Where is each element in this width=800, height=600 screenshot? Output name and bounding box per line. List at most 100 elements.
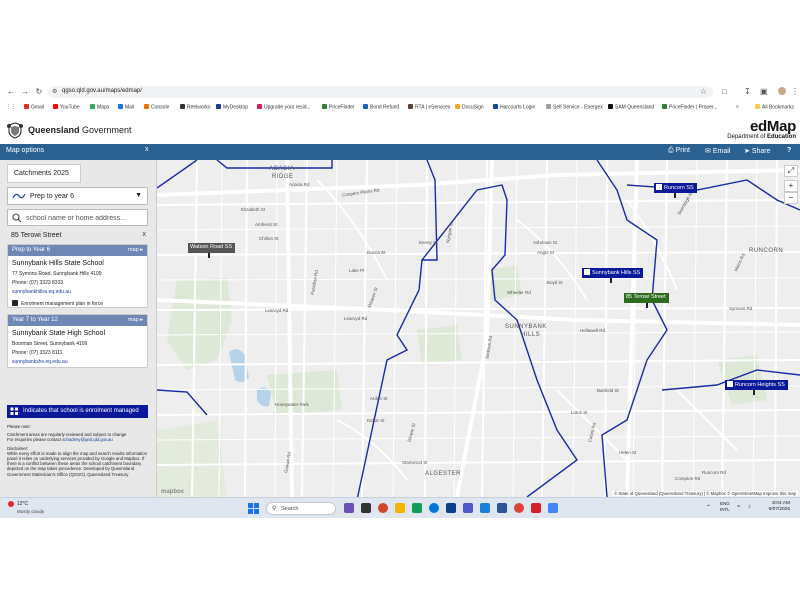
school-level-select[interactable]: Prep to year 6 ▼ [7,187,148,205]
bookmark-overflow-icon[interactable]: » [736,104,739,110]
street-label: Stanwood St [402,460,428,465]
map-pin-watson-road[interactable]: Watson Road SS [188,243,235,253]
card-map-link[interactable]: map ▸ [128,247,143,253]
bookmark-rta[interactable]: RTA | eServices [408,104,450,111]
bookmark-docusign[interactable]: DocuSign [455,104,484,111]
bookmark-pricefinder[interactable]: PriceFinder [322,104,355,111]
map-pin-runcorn-ss[interactable]: Runcorn SS [654,183,697,193]
secondary-school-card: Year 7 to Year 12 map ▸ Sunnybank State … [7,314,148,368]
contact-email-link[interactable]: schadeny@qed.qld.gov.au [62,437,113,442]
school-email-link[interactable]: sunnybankhillss.eq.edu.au [12,289,71,295]
school-email-link[interactable]: sunnybankshs.eq.edu.au [12,359,68,365]
outlook-icon[interactable] [446,503,456,513]
map-pin-runcorn-heights-ss[interactable]: Runcorn Heights SS [725,380,788,390]
school-name: Sunnybank Hills State School [12,260,104,267]
weather-temp: 12°C [17,501,29,507]
bookmark-youtube[interactable]: YouTube [53,104,80,111]
download-icon[interactable]: ↧ [744,87,751,96]
app-icon[interactable] [412,503,422,513]
bookmark-bond-refund[interactable]: Bond Refund [363,104,399,111]
search-input[interactable] [26,212,144,224]
bookmark-maps[interactable]: Maps [90,104,109,111]
back-icon[interactable]: ← [6,87,16,97]
mapbox-logo[interactable]: mapbox [161,489,184,495]
suburb-label: ACACIA [269,166,295,172]
bookmark-upgrade[interactable]: Upgrade your resid... [257,104,311,111]
extensions-icon[interactable]: □ [722,87,727,96]
tab-icon[interactable]: ▣ [760,87,768,96]
street-label: Kenny St [419,240,438,245]
clock[interactable]: 8:04 AM 9/07/2025 [760,501,790,513]
menu-icon[interactable]: ⋮ [791,87,799,96]
weather-icon[interactable] [8,501,14,507]
map-pin-sunnybank-hills-ss[interactable]: Sunnybank Hills SS [582,268,644,278]
bookmark-star-icon[interactable]: ☆ [700,87,707,96]
app-icon[interactable] [480,503,490,513]
bookmark-pricefinder-property[interactable]: PriceFinder | Proper... [662,104,718,111]
map-options-panel: Catchments 2025 Prep to year 6 ▼ 85 Tero… [0,160,157,497]
selected-address: 85 Terowi Street x [7,229,148,242]
clear-address-button[interactable]: x [143,231,147,238]
wifi-icon[interactable]: ≈ [737,504,740,510]
taskbar-search[interactable]: ⚲ Search [266,502,336,515]
street-label: Ashdown St [533,240,558,245]
all-bookmarks[interactable]: All Bookmarks [755,104,794,111]
language-indicator[interactable]: ENG INTL [720,501,730,512]
file-explorer-icon[interactable] [395,503,405,513]
apps-icon[interactable]: ⋮⋮ [6,104,16,110]
street-label: Helen St [619,450,637,455]
site-info-icon[interactable]: ⚙ [52,88,57,95]
task-view-icon[interactable] [361,503,371,513]
app-icon[interactable] [378,503,388,513]
reload-icon[interactable]: ↻ [34,87,44,97]
search-icon [12,213,22,223]
bookmark-harcourts[interactable]: Harcourts Login [493,104,535,111]
suburb-label: RIDGE [272,174,294,180]
bookmark-console[interactable]: Console [144,104,169,111]
suburb-label: SUNNYBANK [505,324,547,330]
profile-avatar[interactable] [778,87,786,95]
teams-icon[interactable] [463,503,473,513]
bookmark-energex[interactable]: Self Service - Energex [546,104,603,111]
street-label: Banfield St [597,388,619,393]
catchments-tab[interactable]: Catchments 2025 [7,164,81,183]
bookmark-gmail[interactable]: Gmail [24,104,44,111]
street-label: Learoyd Rd [344,316,368,321]
app-toolbar: Map options x ⎙ Print ✉ Email ➤ Share ? [0,144,800,160]
card-header: Prep to Year 6 map ▸ [8,245,147,256]
tray-chevron-icon[interactable]: ⌃ [706,504,711,511]
help-button[interactable]: ? [787,147,791,154]
bookmark-reelworks[interactable]: Reelworks [180,104,210,111]
word-icon[interactable] [497,503,507,513]
acrobat-icon[interactable] [531,503,541,513]
enrolment-managed-icon [727,381,733,387]
pin-stem [753,390,755,395]
map-canvas[interactable]: ACACIA RIDGE SUNNYBANK HILLS ALGESTER RU… [157,160,800,497]
volume-icon[interactable]: ♪ [748,504,751,510]
bookmark-mail[interactable]: Mail [118,104,134,111]
school-phone: Phone: (07) 3323 8333 [12,280,64,286]
email-button[interactable]: ✉ Email [705,147,730,155]
copilot-icon[interactable] [344,503,354,513]
map-attribution[interactable]: © State of Queensland (Queensland Treasu… [612,491,798,496]
address-bar[interactable]: ⚙ qgso.qld.gov.au/maps/edmap/ ☆ [48,86,713,98]
forward-icon[interactable]: → [20,87,30,97]
notes-contact: For enquiries please contact schadeny@qe… [7,437,113,443]
map-pin-home-address[interactable]: 85 Terowi Street [624,293,669,303]
bookmark-mydesktop[interactable]: MyDesktop [216,104,248,111]
share-icon: ➤ [744,148,750,155]
card-map-link[interactable]: map ▸ [128,317,143,323]
street-label: Boyd St [547,280,563,285]
zoom-in-button[interactable]: + [784,180,798,192]
notes-section: Please note: Catchment areas are regular… [7,424,152,477]
fullscreen-button[interactable]: ⤢ [784,165,798,177]
edge-icon[interactable] [429,503,439,513]
windows-start-icon[interactable] [248,503,259,514]
print-button[interactable]: ⎙ Print [668,147,690,155]
panel-close-button[interactable]: x [145,146,149,153]
share-button[interactable]: ➤ Share [744,147,771,155]
bookmark-sam[interactable]: SAM Queensland [608,104,654,111]
app-icon[interactable] [548,503,558,513]
zoom-out-button[interactable]: − [784,192,798,204]
chrome-icon[interactable] [514,503,524,513]
